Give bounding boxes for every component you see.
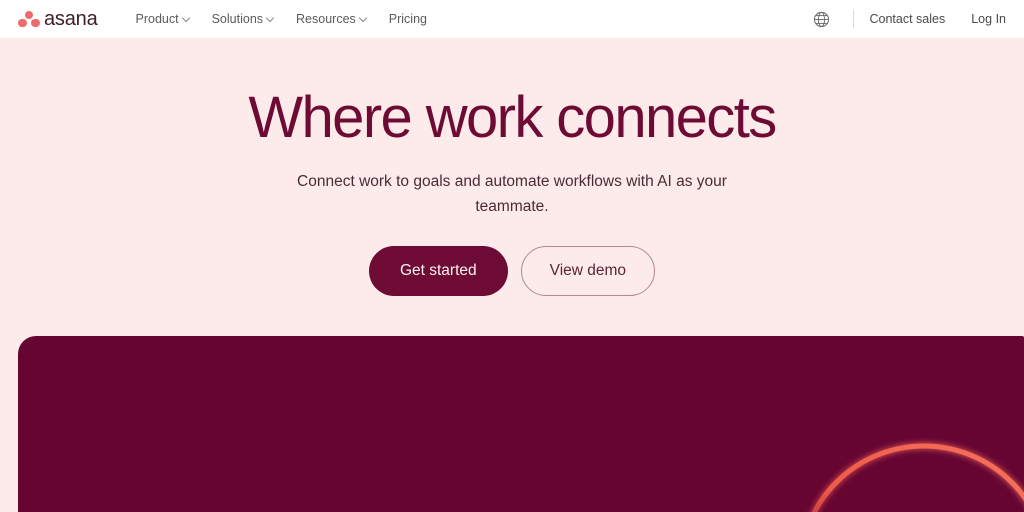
hero-section: Where work connects Connect work to goal… xyxy=(0,38,1024,297)
globe-icon xyxy=(813,11,830,27)
view-demo-button[interactable]: View demo xyxy=(520,246,656,297)
hero-media-panel xyxy=(18,336,1024,512)
chevron-down-icon xyxy=(183,15,190,22)
asana-landing-page: asana Product Solutions Resources Pricin… xyxy=(0,0,1024,512)
page-title: Where work connects xyxy=(248,85,777,150)
circle-arc-graphic xyxy=(811,443,1024,512)
hero-cta-group: Get started View demo xyxy=(0,219,1024,297)
contact-sales-link[interactable]: Contact sales xyxy=(870,13,946,26)
nav-item-resources-label: Resources xyxy=(296,11,356,26)
nav-item-resources[interactable]: Resources xyxy=(296,13,367,26)
nav-divider xyxy=(852,10,854,28)
asana-logo[interactable]: asana xyxy=(18,9,98,30)
asana-wordmark: asana xyxy=(44,7,98,30)
nav-item-pricing[interactable]: Pricing xyxy=(389,13,427,26)
chevron-down-icon xyxy=(267,15,274,22)
nav-item-solutions-label: Solutions xyxy=(211,11,264,26)
hero-subtitle: Connect work to goals and automate workf… xyxy=(297,172,727,215)
nav-item-product[interactable]: Product xyxy=(136,13,190,26)
language-selector-button[interactable] xyxy=(809,6,835,32)
chevron-down-icon xyxy=(360,15,367,22)
get-started-button[interactable]: Get started xyxy=(368,246,508,297)
nav-right-group: Contact sales Log In xyxy=(809,6,1006,32)
asana-dots-logo-icon xyxy=(18,10,40,28)
nav-left-group: asana Product Solutions Resources Pricin… xyxy=(18,9,427,30)
nav-item-pricing-label: Pricing xyxy=(388,11,427,26)
nav-item-solutions[interactable]: Solutions xyxy=(212,13,274,26)
primary-nav-links: Product Solutions Resources Pricing xyxy=(136,13,428,26)
log-in-link[interactable]: Log In xyxy=(971,13,1006,26)
top-navigation-bar: asana Product Solutions Resources Pricin… xyxy=(0,0,1024,38)
nav-item-product-label: Product xyxy=(135,11,179,26)
